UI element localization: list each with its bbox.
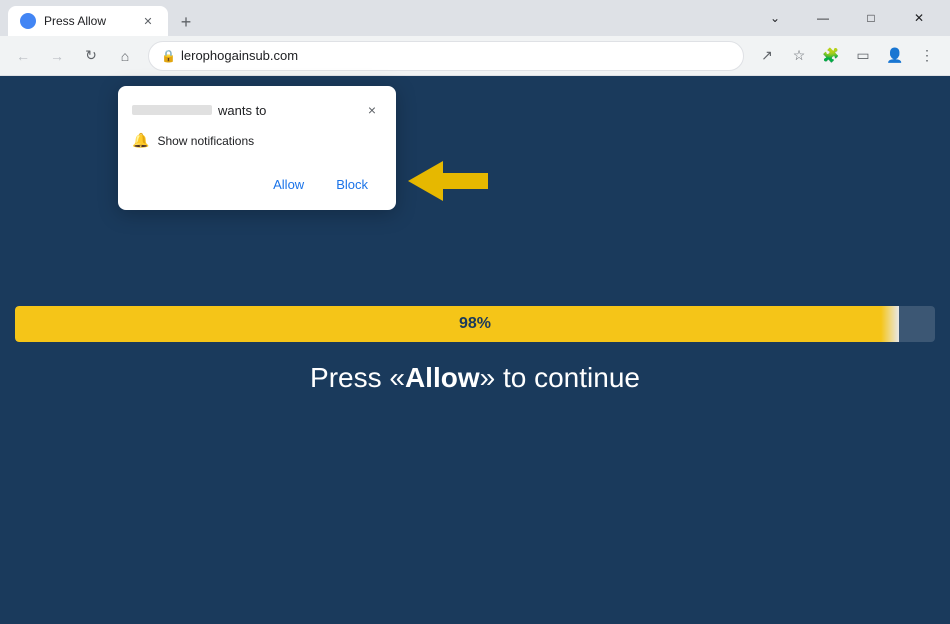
- maximize-icon: □: [867, 11, 874, 25]
- popup-header: wants to ×: [118, 86, 396, 128]
- window-controls: ⌄ — □ ✕: [752, 2, 942, 34]
- chevron-down-button[interactable]: ⌄: [752, 2, 798, 34]
- popup-site-name-redacted: [132, 105, 212, 115]
- press-allow-after: » to continue: [480, 362, 640, 393]
- toolbar-right-icons: ↗ ☆ 🧩 ▭ 👤 ⋮: [752, 41, 942, 71]
- address-bar[interactable]: 🔒 lerophogainsub.com: [148, 41, 744, 71]
- puzzle-icon: 🧩: [822, 47, 839, 64]
- press-allow-before: Press «: [310, 362, 405, 393]
- popup-close-button[interactable]: ×: [362, 100, 382, 120]
- progress-bar-end: [881, 306, 899, 342]
- menu-button[interactable]: ⋮: [912, 41, 942, 71]
- menu-icon: ⋮: [920, 47, 934, 64]
- url-text: lerophogainsub.com: [181, 48, 731, 63]
- bookmark-button[interactable]: ☆: [784, 41, 814, 71]
- popup-actions: Allow Block: [118, 163, 396, 210]
- popup-wants-to-text: wants to: [132, 103, 266, 118]
- share-icon: ↗: [761, 47, 773, 64]
- notification-row: 🔔 Show notifications: [132, 132, 382, 149]
- allow-bold-text: Allow: [405, 362, 480, 393]
- allow-button[interactable]: Allow: [259, 171, 318, 198]
- active-tab[interactable]: Press Allow ✕: [8, 6, 168, 36]
- chevron-icon: ⌄: [770, 11, 780, 25]
- close-button[interactable]: ✕: [896, 2, 942, 34]
- title-bar: Press Allow ✕ + ⌄ — □ ✕: [0, 0, 950, 36]
- extensions-button[interactable]: 🧩: [816, 41, 846, 71]
- progress-area: 98% Press «Allow» to continue: [15, 306, 935, 394]
- bell-icon: 🔔: [132, 132, 149, 149]
- toolbar: ← → ↻ ⌂ 🔒 lerophogainsub.com ↗ ☆ 🧩 ▭: [0, 36, 950, 76]
- progress-label: 98%: [459, 315, 491, 333]
- progress-bar-fill: [15, 306, 899, 342]
- page-content: wants to × 🔔 Show notifications Allow Bl…: [0, 76, 950, 624]
- close-icon: ✕: [914, 11, 924, 25]
- press-allow-instruction: Press «Allow» to continue: [310, 362, 640, 394]
- reload-button[interactable]: ↻: [76, 41, 106, 71]
- share-button[interactable]: ↗: [752, 41, 782, 71]
- minimize-icon: —: [817, 11, 829, 25]
- popup-body: 🔔 Show notifications: [118, 128, 396, 163]
- tab-close-button[interactable]: ✕: [140, 13, 156, 29]
- forward-button[interactable]: →: [42, 41, 72, 71]
- minimize-button[interactable]: —: [800, 2, 846, 34]
- account-icon: 👤: [886, 47, 903, 64]
- star-icon: ☆: [793, 47, 806, 64]
- browser-window: Press Allow ✕ + ⌄ — □ ✕ ← →: [0, 0, 950, 624]
- lock-icon: 🔒: [161, 49, 175, 63]
- cast-icon: ▭: [856, 47, 869, 64]
- cast-button[interactable]: ▭: [848, 41, 878, 71]
- new-tab-button[interactable]: +: [172, 8, 200, 36]
- block-button[interactable]: Block: [322, 171, 382, 198]
- notification-permission-popup: wants to × 🔔 Show notifications Allow Bl…: [118, 86, 396, 210]
- home-icon: ⌂: [121, 48, 129, 64]
- show-notifications-text: Show notifications: [157, 134, 254, 148]
- back-button[interactable]: ←: [8, 41, 38, 71]
- back-icon: ←: [16, 48, 30, 64]
- progress-bar-container: 98%: [15, 306, 935, 342]
- tab-area: Press Allow ✕ +: [8, 0, 748, 36]
- wants-to-label: wants to: [218, 103, 266, 118]
- home-button[interactable]: ⌂: [110, 41, 140, 71]
- maximize-button[interactable]: □: [848, 2, 894, 34]
- account-button[interactable]: 👤: [880, 41, 910, 71]
- tab-title: Press Allow: [44, 14, 132, 28]
- tab-favicon: [20, 13, 36, 29]
- forward-icon: →: [50, 48, 64, 64]
- arrow-indicator: [408, 156, 488, 211]
- reload-icon: ↻: [85, 47, 97, 64]
